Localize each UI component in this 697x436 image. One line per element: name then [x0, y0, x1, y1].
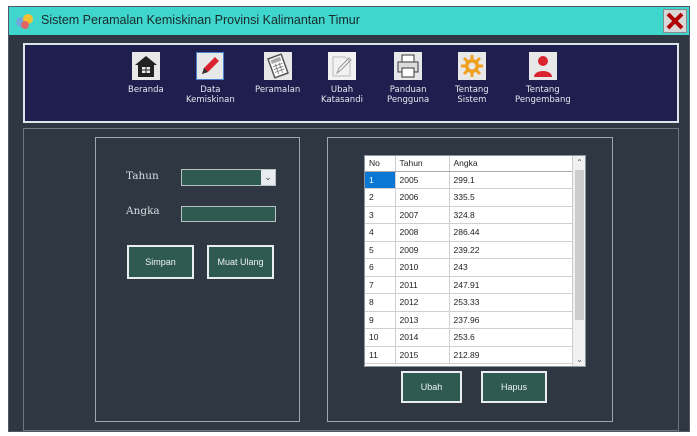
- pencil-icon: [195, 51, 225, 81]
- data-grid[interactable]: No Tahun Angka 1 2005 299.1 2 2006 335.5 3 20…: [364, 155, 586, 367]
- edit-password-icon: [327, 51, 357, 81]
- cell-tahun[interactable]: 2008: [395, 223, 450, 242]
- home-icon: [131, 51, 161, 81]
- data-table: No Tahun Angka 1 2005 299.1 2 2006 335.5 3 20…: [365, 156, 573, 364]
- cell-angka[interactable]: 253.6: [449, 328, 573, 347]
- table-row[interactable]: 4 2008 286.44: [365, 223, 573, 242]
- column-header-angka[interactable]: Angka: [449, 156, 573, 172]
- cell-tahun[interactable]: 2014: [395, 328, 450, 347]
- column-header-no[interactable]: No: [365, 156, 396, 172]
- cell-no[interactable]: 11: [365, 346, 396, 364]
- muat-ulang-button[interactable]: Muat Ulang: [207, 245, 274, 279]
- menu-item-beranda[interactable]: Beranda: [128, 51, 164, 95]
- table-row[interactable]: 1 2005 299.1: [365, 171, 573, 189]
- cell-angka[interactable]: 286.44: [449, 223, 573, 242]
- calculator-icon: [263, 51, 293, 81]
- menu-item-ubah-katasandi[interactable]: Ubah Katasandi: [321, 51, 363, 105]
- menu-item-panduan-pengguna[interactable]: Panduan Pengguna: [387, 51, 429, 105]
- cell-no[interactable]: 9: [365, 311, 396, 329]
- cell-angka[interactable]: 237.96: [449, 311, 573, 329]
- table-row[interactable]: 2 2006 335.5: [365, 188, 573, 207]
- menu-item-tentang-sistem[interactable]: Tentang Sistem: [455, 51, 489, 105]
- main-window: Sistem Peramalan Kemiskinan Provinsi Kal…: [8, 6, 690, 432]
- user-icon: [528, 51, 558, 81]
- window-title: Sistem Peramalan Kemiskinan Provinsi Kal…: [41, 13, 360, 27]
- chevron-down-icon[interactable]: ⌄: [261, 170, 275, 185]
- tahun-label: Tahun: [126, 170, 159, 182]
- table-row[interactable]: 6 2010 243: [365, 258, 573, 277]
- cell-angka[interactable]: 324.8: [449, 206, 573, 224]
- simpan-button[interactable]: Simpan: [127, 245, 194, 279]
- menu-item-data-kemiskinan[interactable]: Data Kemiskinan: [186, 51, 235, 105]
- menu-label-data-kemiskinan: Data Kemiskinan: [186, 85, 235, 105]
- cell-angka[interactable]: 247.91: [449, 276, 573, 294]
- vertical-scrollbar[interactable]: ⌃ ⌄: [572, 156, 585, 366]
- column-header-tahun[interactable]: Tahun: [395, 156, 450, 172]
- cell-tahun[interactable]: 2012: [395, 293, 450, 312]
- table-row[interactable]: 8 2012 253.33: [365, 293, 573, 312]
- title-bar[interactable]: Sistem Peramalan Kemiskinan Provinsi Kal…: [9, 7, 689, 35]
- cell-angka[interactable]: 335.5: [449, 188, 573, 207]
- table-header-row: No Tahun Angka: [365, 156, 573, 172]
- table-row[interactable]: 5 2009 239.22: [365, 241, 573, 259]
- cell-tahun[interactable]: 2013: [395, 311, 450, 329]
- gear-icon: [457, 51, 487, 81]
- menu-label-peramalan: Peramalan: [255, 85, 301, 95]
- cell-angka[interactable]: 253.33: [449, 293, 573, 312]
- cell-tahun[interactable]: 2011: [395, 276, 450, 294]
- printer-icon: [393, 51, 423, 81]
- table-row[interactable]: 11 2015 212.89: [365, 346, 573, 364]
- cell-tahun[interactable]: 2009: [395, 241, 450, 259]
- menu-item-tentang-pengembang[interactable]: Tentang Pengembang: [515, 51, 571, 105]
- cell-no[interactable]: 6: [365, 258, 396, 277]
- cell-tahun[interactable]: 2007: [395, 206, 450, 224]
- table-row[interactable]: 10 2014 253.6: [365, 328, 573, 347]
- cell-no[interactable]: 2: [365, 188, 396, 207]
- menu-label-tentang-pengembang: Tentang Pengembang: [515, 85, 571, 105]
- cell-angka[interactable]: 299.1: [449, 171, 573, 189]
- menu-item-peramalan[interactable]: Peramalan: [255, 51, 300, 95]
- cell-tahun[interactable]: 2015: [395, 346, 450, 364]
- cell-no[interactable]: 7: [365, 276, 396, 294]
- cell-tahun[interactable]: 2005: [395, 171, 450, 189]
- cell-no[interactable]: 10: [365, 328, 396, 347]
- cell-tahun[interactable]: 2006: [395, 188, 450, 207]
- angka-input[interactable]: [181, 206, 276, 222]
- table-row[interactable]: 7 2011 247.91: [365, 276, 573, 294]
- table-row[interactable]: 9 2013 237.96: [365, 311, 573, 329]
- close-button[interactable]: [663, 9, 687, 33]
- cell-no[interactable]: 5: [365, 241, 396, 259]
- menu-label-tentang-sistem: Tentang Sistem: [455, 85, 489, 105]
- cell-no[interactable]: 3: [365, 206, 396, 224]
- app-icon: [16, 14, 33, 29]
- scroll-down-icon[interactable]: ⌄: [573, 353, 585, 366]
- menu-label-panduan-pengguna: Panduan Pengguna: [387, 85, 430, 105]
- table-row[interactable]: 3 2007 324.8: [365, 206, 573, 224]
- menu-bar: Beranda Data Kemiskinan Peramalan Ubah K…: [23, 43, 679, 123]
- cell-angka[interactable]: 239.22: [449, 241, 573, 259]
- cell-no[interactable]: 1: [365, 171, 396, 189]
- scrollbar-thumb[interactable]: [575, 170, 584, 320]
- hapus-button[interactable]: Hapus: [481, 371, 547, 403]
- cell-angka[interactable]: 243: [449, 258, 573, 277]
- ubah-button[interactable]: Ubah: [401, 371, 462, 403]
- angka-label: Angka: [126, 205, 160, 217]
- menu-label-beranda: Beranda: [128, 85, 164, 95]
- cell-no[interactable]: 4: [365, 223, 396, 242]
- tahun-combobox[interactable]: ⌄: [181, 169, 276, 186]
- close-icon: [666, 12, 684, 30]
- cell-angka[interactable]: 212.89: [449, 346, 573, 364]
- menu-label-ubah-katasandi: Ubah Katasandi: [321, 85, 363, 105]
- cell-tahun[interactable]: 2010: [395, 258, 450, 277]
- cell-no[interactable]: 8: [365, 293, 396, 312]
- scroll-up-icon[interactable]: ⌃: [573, 156, 585, 169]
